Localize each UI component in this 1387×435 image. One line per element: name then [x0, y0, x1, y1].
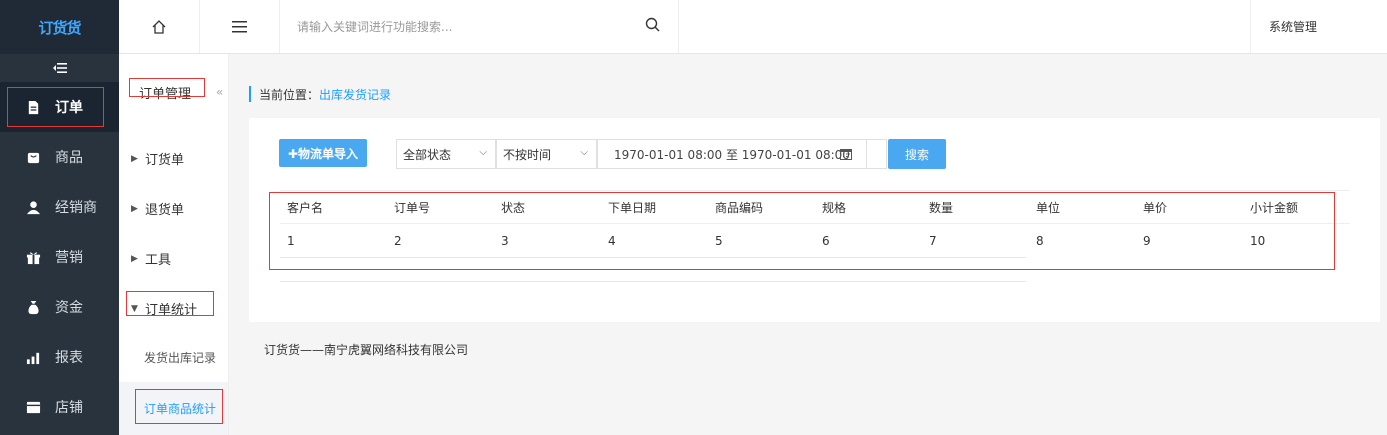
sidebar: 订货货 订单 商品 经销商 营销 资金 报表 店铺	[0, 0, 119, 435]
highlight-box	[269, 192, 1335, 270]
sidebar-item-orders[interactable]: 订单	[0, 82, 119, 132]
money-bag-icon	[28, 300, 39, 314]
caret-right-icon: ▶	[131, 253, 138, 264]
box-icon	[27, 152, 40, 163]
caret-right-icon: ▶	[131, 153, 138, 164]
menu-icon	[232, 20, 247, 32]
time-select[interactable]: 不按时间 ⌵	[496, 139, 597, 169]
chevron-down-icon: ⌵	[479, 147, 487, 158]
system-management-button[interactable]: 系统管理	[1250, 0, 1335, 53]
sidebar-item-label: 经销商	[55, 200, 97, 216]
highlight-box	[135, 389, 223, 424]
menu-toggle-button[interactable]	[200, 0, 280, 53]
sidebar-item-label: 营销	[55, 250, 83, 266]
sidebar-item-distributors[interactable]: 经销商	[0, 182, 119, 232]
breadcrumb-prefix: 当前位置：	[259, 87, 320, 102]
search-icon[interactable]	[645, 17, 660, 32]
subnav-item-return-orders[interactable]: ▶ 退货单	[119, 199, 184, 218]
sidebar-item-reports[interactable]: 报表	[0, 332, 119, 382]
sub-navigation: 订单管理 ▶ 订货单 ▶ 退货单 ▶ 工具 ▼ 订单统计 发货出库记录 订单商品…	[119, 54, 229, 435]
app-root: 订货货 订单 商品 经销商 营销 资金 报表 店铺 请输入关键词进行功能搜索..…	[0, 0, 1387, 435]
search-placeholder: 请输入关键词进行功能搜索...	[297, 20, 453, 34]
top-bar: 请输入关键词进行功能搜索... 系统管理	[119, 0, 1387, 54]
subnav-child-shipment-records[interactable]: 发货出库记录	[144, 349, 216, 366]
sidebar-item-products[interactable]: 商品	[0, 132, 119, 182]
chevron-down-icon: ⌵	[580, 147, 588, 158]
sidebar-item-funds[interactable]: 资金	[0, 282, 119, 332]
bar-chart-icon	[26, 352, 40, 364]
user-icon	[26, 200, 41, 214]
gift-icon	[26, 251, 41, 264]
collapse-sidebar-icon[interactable]	[0, 54, 119, 82]
home-icon	[152, 19, 166, 34]
breadcrumb: 当前位置： 出库发货记录	[249, 86, 391, 102]
subnav-item-label: 退货单	[145, 203, 185, 218]
collapse-subnav-icon[interactable]: «	[210, 82, 229, 102]
status-select[interactable]: 全部状态 ⌵	[396, 139, 496, 169]
filter-spacer	[867, 139, 887, 169]
sidebar-item-label: 报表	[55, 350, 83, 366]
sidebar-item-store[interactable]: 店铺	[0, 382, 119, 432]
caret-right-icon: ▶	[131, 203, 138, 214]
time-select-value: 不按时间	[503, 147, 552, 162]
highlight-box	[129, 78, 205, 97]
content-panel: ✚物流单导入 全部状态 ⌵ 不按时间 ⌵ 1970-01-01 08:00 至 …	[249, 118, 1380, 322]
sidebar-item-label: 资金	[55, 300, 83, 316]
calendar-icon	[840, 149, 852, 160]
breadcrumb-current[interactable]: 出库发货记录	[319, 86, 391, 103]
table-divider	[280, 281, 1026, 282]
date-range-value: 1970-01-01 08:00 至 1970-01-01 08:00	[614, 147, 850, 162]
footer-copyright: 订货货——南宁虎翼网络科技有限公司	[264, 343, 469, 357]
subnav-item-tools[interactable]: ▶ 工具	[119, 249, 171, 268]
date-range-input[interactable]: 1970-01-01 08:00 至 1970-01-01 08:00	[597, 139, 867, 169]
import-logistics-button[interactable]: ✚物流单导入	[279, 139, 367, 167]
home-button[interactable]	[119, 0, 200, 53]
subnav-item-purchase-orders[interactable]: ▶ 订货单	[119, 149, 184, 168]
search-input[interactable]: 请输入关键词进行功能搜索...	[280, 0, 679, 53]
highlight-box	[7, 87, 104, 127]
logo[interactable]: 订货货	[0, 0, 119, 54]
sidebar-item-label: 商品	[55, 150, 83, 166]
status-select-value: 全部状态	[403, 147, 452, 162]
sidebar-item-marketing[interactable]: 营销	[0, 232, 119, 282]
subnav-item-label: 工具	[145, 253, 172, 268]
subnav-item-label: 订货单	[145, 153, 185, 168]
search-button[interactable]: 搜索	[888, 139, 946, 169]
highlight-box	[126, 291, 214, 316]
sidebar-item-label: 店铺	[55, 400, 83, 416]
store-icon	[26, 401, 41, 413]
